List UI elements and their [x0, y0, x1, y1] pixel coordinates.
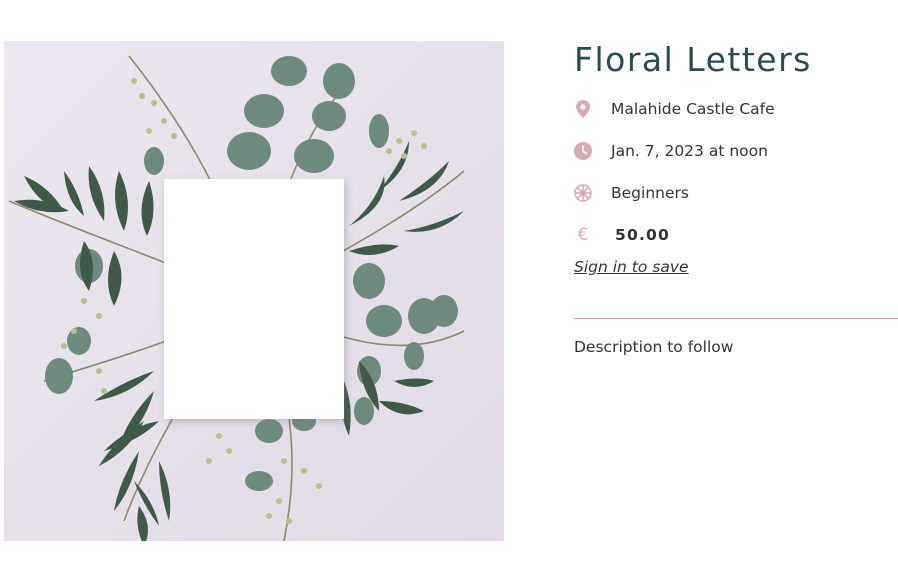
divider: [574, 318, 898, 319]
event-title: Floral Letters: [574, 40, 812, 79]
event-image: [4, 41, 504, 541]
flower-icon: [574, 184, 592, 202]
event-description: Description to follow: [574, 338, 734, 356]
event-info-panel: Floral Letters Malahide Castle Cafe Jan.…: [574, 38, 898, 356]
event-location: Malahide Castle Cafe: [611, 100, 775, 118]
event-location-row: Malahide Castle Cafe: [574, 88, 898, 130]
event-level: Beginners: [611, 184, 689, 202]
map-pin-icon: [574, 100, 592, 118]
event-price-row: € 50.00: [574, 214, 898, 256]
event-level-row: Beginners: [574, 172, 898, 214]
euro-icon: €: [577, 225, 589, 245]
event-date-row: Jan. 7, 2023 at noon: [574, 130, 898, 172]
event-price: 50.00: [615, 226, 671, 244]
event-meta-list: Malahide Castle Cafe Jan. 7, 2023 at noo…: [574, 88, 898, 256]
event-date: Jan. 7, 2023 at noon: [611, 142, 768, 160]
sign-in-to-save-link[interactable]: Sign in to save: [574, 258, 689, 276]
event-detail-page: Floral Letters Malahide Castle Cafe Jan.…: [0, 0, 898, 562]
clock-icon: [574, 142, 592, 160]
